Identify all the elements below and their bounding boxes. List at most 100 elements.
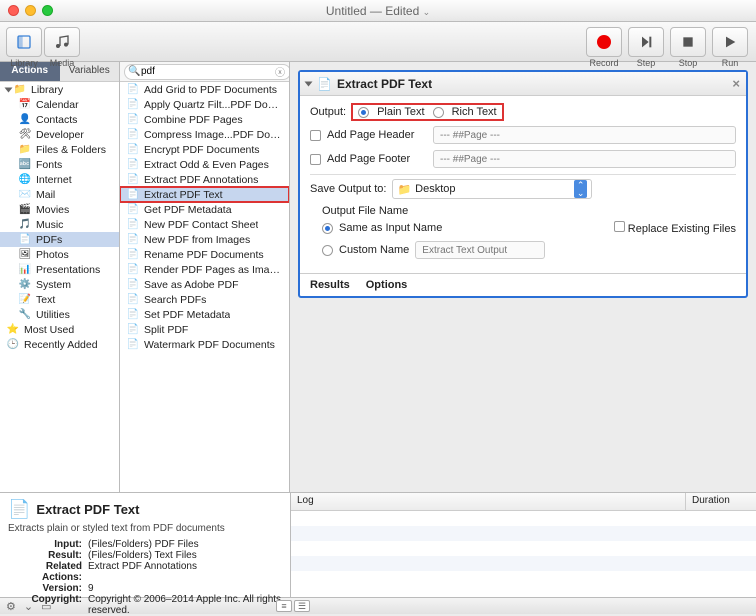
- category-icon: 👤: [18, 114, 32, 126]
- action-item[interactable]: 📄New PDF from Images: [120, 232, 289, 247]
- pdf-icon: 📄: [126, 84, 140, 96]
- record-button[interactable]: Record: [586, 27, 622, 57]
- checkbox-add-footer[interactable]: [310, 154, 321, 165]
- sidebar-item-system[interactable]: ⚙️System: [0, 277, 119, 292]
- sidebar-item-calendar[interactable]: 📅Calendar: [0, 97, 119, 112]
- sidebar-item-pdfs[interactable]: 📄PDFs: [0, 232, 119, 247]
- footer-field[interactable]: [433, 150, 736, 168]
- action-item[interactable]: 📄Get PDF Metadata: [120, 202, 289, 217]
- step-button[interactable]: Step: [628, 27, 664, 57]
- sidebar-item-contacts[interactable]: 👤Contacts: [0, 112, 119, 127]
- sidebar-item-files-folders[interactable]: 📁Files & Folders: [0, 142, 119, 157]
- category-icon: 🔧: [18, 309, 32, 321]
- disclosure-icon[interactable]: [5, 87, 13, 92]
- action-item[interactable]: 📄Rename PDF Documents: [120, 247, 289, 262]
- checkbox-replace[interactable]: [614, 221, 625, 232]
- run-button[interactable]: Run: [712, 27, 748, 57]
- action-item[interactable]: 📄Set PDF Metadata: [120, 307, 289, 322]
- view-list-icon[interactable]: ≡: [276, 600, 292, 612]
- radio-rich-text[interactable]: [433, 107, 444, 118]
- pdf-icon: 📄: [126, 294, 140, 306]
- stop-button[interactable]: Stop: [670, 27, 706, 57]
- folder-icon: 📁: [397, 183, 411, 196]
- disclosure-icon[interactable]: [305, 81, 313, 86]
- action-item[interactable]: 📄Add Grid to PDF Documents: [120, 82, 289, 97]
- library-list[interactable]: 📁Library📅Calendar👤Contacts🛠Developer📁Fil…: [0, 82, 119, 492]
- action-item[interactable]: 📄Combine PDF Pages: [120, 112, 289, 127]
- category-icon: 🎬: [18, 204, 32, 216]
- radio-same-name[interactable]: [322, 223, 333, 234]
- category-icon: 📝: [18, 294, 32, 306]
- pdf-icon: 📄: [126, 324, 140, 336]
- category-icon: ⭐: [6, 324, 20, 336]
- action-item[interactable]: 📄Apply Quartz Filt...PDF Documents: [120, 97, 289, 112]
- category-icon: 🖼: [18, 249, 32, 261]
- action-item[interactable]: 📄Render PDF Pages as Images: [120, 262, 289, 277]
- sidebar-item-movies[interactable]: 🎬Movies: [0, 202, 119, 217]
- pdf-icon: 📄: [8, 499, 30, 520]
- action-item[interactable]: 📄Watermark PDF Documents: [120, 337, 289, 352]
- action-item[interactable]: 📄New PDF Contact Sheet: [120, 217, 289, 232]
- category-icon: 🕒: [6, 339, 20, 351]
- category-icon: 📊: [18, 264, 32, 276]
- sidebar-item-music[interactable]: 🎵Music: [0, 217, 119, 232]
- search-input[interactable]: [124, 64, 290, 80]
- close-icon[interactable]: ×: [732, 76, 740, 91]
- action-item[interactable]: 📄Extract PDF Text: [120, 187, 289, 202]
- checkbox-add-header[interactable]: [310, 130, 321, 141]
- view-grid-icon[interactable]: ☰: [294, 600, 310, 612]
- action-item[interactable]: 📄Extract Odd & Even Pages: [120, 157, 289, 172]
- sidebar-item-text[interactable]: 📝Text: [0, 292, 119, 307]
- clear-search-icon[interactable]: ⓧ: [275, 64, 285, 79]
- pdf-icon: 📄: [126, 264, 140, 276]
- info-description: Extracts plain or styled text from PDF d…: [8, 523, 282, 534]
- window-title: Untitled — Edited ⌄: [0, 4, 756, 18]
- custom-name-field[interactable]: [415, 241, 545, 259]
- media-button[interactable]: Media: [44, 27, 80, 57]
- options-tab[interactable]: Options: [366, 279, 408, 291]
- run-icon: [722, 34, 738, 50]
- workflow-action-card[interactable]: 📄 Extract PDF Text × Output: Plain Text …: [298, 70, 748, 298]
- pdf-icon: 📄: [126, 189, 140, 201]
- library-toggle-button[interactable]: Library: [6, 27, 42, 57]
- sidebar-item-utilities[interactable]: 🔧Utilities: [0, 307, 119, 322]
- sidebar-item-internet[interactable]: 🌐Internet: [0, 172, 119, 187]
- action-item[interactable]: 📄Split PDF: [120, 322, 289, 337]
- action-item[interactable]: 📄Search PDFs: [120, 292, 289, 307]
- info-title: 📄Extract PDF Text: [8, 499, 282, 520]
- sidebar-item-photos[interactable]: 🖼Photos: [0, 247, 119, 262]
- pdf-icon: 📄: [126, 129, 140, 141]
- duration-column-header[interactable]: Duration: [686, 493, 756, 510]
- category-icon: 🌐: [18, 174, 32, 186]
- action-item[interactable]: 📄Encrypt PDF Documents: [120, 142, 289, 157]
- action-item[interactable]: 📄Extract PDF Annotations: [120, 172, 289, 187]
- pdf-icon: 📄: [317, 77, 332, 91]
- gear-icon[interactable]: ⚙︎: [6, 600, 16, 613]
- pdf-icon: 📄: [126, 309, 140, 321]
- log-column-header[interactable]: Log: [291, 493, 686, 510]
- pdf-icon: 📄: [126, 144, 140, 156]
- sidebar-item-developer[interactable]: 🛠Developer: [0, 127, 119, 142]
- sidebar-item-library[interactable]: 📁Library: [0, 82, 119, 97]
- sidebar-item-most-used[interactable]: ⭐Most Used: [0, 322, 119, 337]
- card-title: Extract PDF Text: [337, 77, 432, 91]
- action-item[interactable]: 📄Compress Image...PDF Documents: [120, 127, 289, 142]
- pdf-icon: 📄: [126, 174, 140, 186]
- results-tab[interactable]: Results: [310, 279, 350, 291]
- pdf-icon: 📄: [126, 159, 140, 171]
- save-destination-select[interactable]: 📁 Desktop ⌃⌄: [392, 179, 592, 199]
- sidebar-item-fonts[interactable]: 🔤Fonts: [0, 157, 119, 172]
- category-icon: 📁: [18, 144, 32, 156]
- sidebar-item-mail[interactable]: ✉️Mail: [0, 187, 119, 202]
- action-item[interactable]: 📄Save as Adobe PDF: [120, 277, 289, 292]
- panel-toggle-icon[interactable]: ▭: [41, 600, 51, 613]
- chevron-down-icon[interactable]: ⌄: [24, 600, 33, 613]
- save-output-label: Save Output to:: [310, 183, 386, 195]
- actions-list[interactable]: 📄Add Grid to PDF Documents📄Apply Quartz …: [120, 82, 289, 492]
- sidebar-item-presentations[interactable]: 📊Presentations: [0, 262, 119, 277]
- radio-plain-text[interactable]: [358, 107, 369, 118]
- header-field[interactable]: [433, 126, 736, 144]
- pdf-icon: 📄: [126, 249, 140, 261]
- radio-custom-name[interactable]: [322, 245, 333, 256]
- sidebar-item-recently-added[interactable]: 🕒Recently Added: [0, 337, 119, 352]
